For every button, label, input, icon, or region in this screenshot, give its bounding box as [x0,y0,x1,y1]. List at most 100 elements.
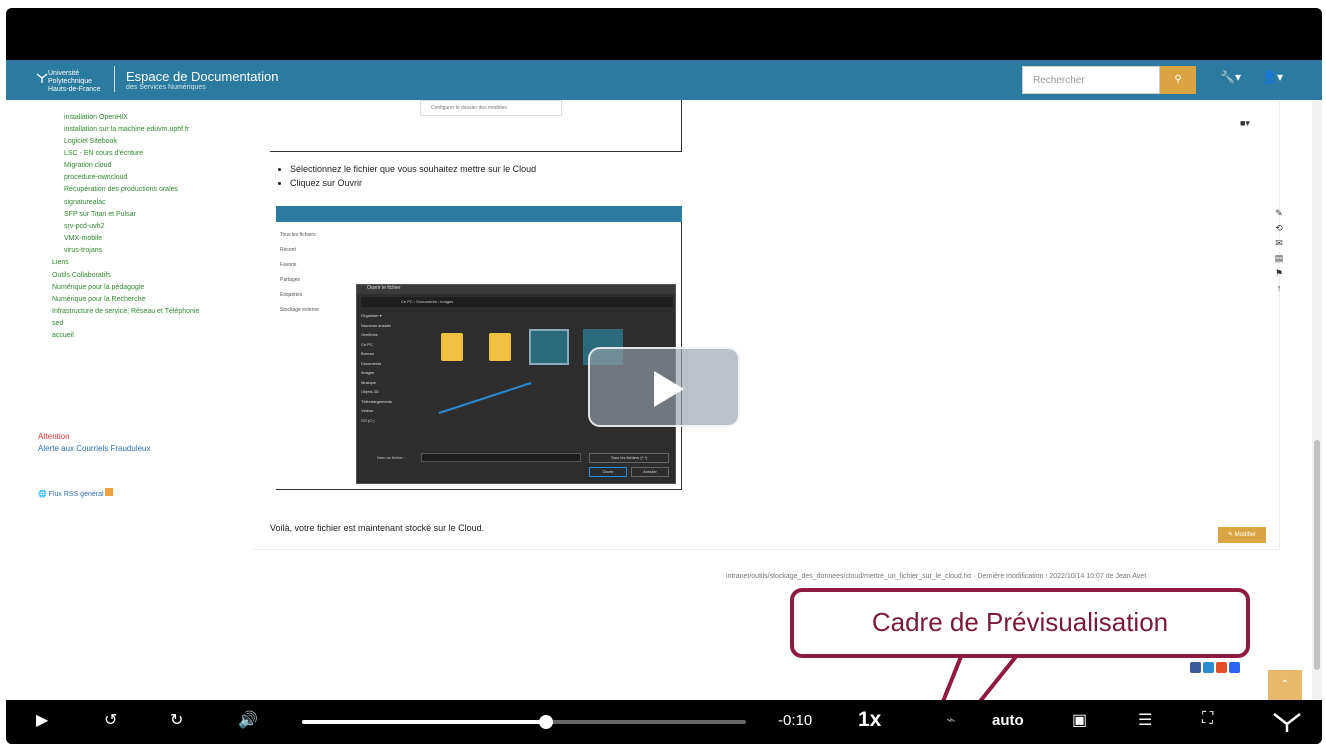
rewind-icon[interactable]: ↺ [104,710,117,730]
mail-icon[interactable]: ✉ [1272,236,1286,251]
logo-icon [36,73,48,83]
tree-item: Bureau [361,351,374,356]
chapters-icon[interactable]: ☰ [1138,710,1152,730]
screenshot-topbar [276,206,682,222]
scroll-top-button[interactable]: ⌃ [1268,670,1302,700]
dialog-tree: Organiser ▾ Nouveau dossier OneDrive Ce … [361,311,421,451]
rss-link[interactable]: 🌐 Flux RSS général [38,488,114,501]
sidebar-item[interactable]: sed [52,318,63,330]
globe-icon: 🌐 [38,491,49,498]
scrollbar-thumb[interactable] [1314,440,1320,670]
sidebar-item[interactable]: SFP sur Titan et Pulsar [64,209,136,221]
tree-item: Vidéos [361,408,374,413]
user-menu-icon[interactable]: 👤▾ [1262,70,1283,84]
config-templates-button: Configurer le dossier des modèles [420,100,562,116]
edit-button[interactable]: ✎ Modifier [1218,527,1266,543]
search-icon: ⚲ [1174,74,1182,85]
sidebar-item[interactable]: Infrastructure de service, Réseau et Tél… [52,306,199,318]
filename-field [421,453,581,462]
page-meta: intranet/outils/stockage_des_donnees/clo… [726,573,1147,580]
tree-item: Musique [361,379,377,385]
edit-icon[interactable]: ✎ [1272,206,1286,221]
cancel-button: Annuler [631,467,669,477]
captions-icon[interactable]: ⌁ [946,710,956,730]
sidebar-item[interactable]: LSC - EN cours d'écriture [64,148,143,160]
tree-item: Ce PC [361,341,373,347]
attention-link[interactable]: Alerte aux Courriels Frauduleux [38,443,151,455]
arrow-icon [438,382,532,414]
facebook-icon[interactable] [1190,662,1201,673]
page-tools: ✎ ⟲ ✉ ▤ ⚑ ↑ [1272,206,1286,296]
rss-label: Flux RSS général [48,491,104,498]
search-button[interactable]: ⚲ [1160,66,1196,94]
list-item: Sélectionnez le fichier que vous souhait… [290,162,536,176]
time-remaining: -0:10 [778,712,813,729]
tree-item: Documents [361,360,382,366]
top-screenshot-fragment: Configurer le dossier des modèles [270,100,682,152]
sidebar-item[interactable]: Récupération des productions orales [64,184,178,196]
sidebar-item[interactable]: signaturealac [64,197,106,209]
sidebar-item[interactable]: virus-trojans [64,245,102,257]
sidebar-item[interactable]: srv-pcd-uvh2 [64,221,104,233]
tree-item: Objets 3D [361,389,379,394]
sidebar-tree: installation OpenHIX installation sur la… [6,100,242,660]
toc-toggle-icon[interactable]: ■▾ [1240,118,1250,129]
tree-item: OS (C:) [361,417,375,423]
forward-icon[interactable]: ↻ [170,710,183,730]
progress-bar[interactable] [302,715,746,729]
tree-item: Images [361,370,375,375]
sidebar-item[interactable]: Numérique pour la pédagogie [52,282,144,294]
play-icon [654,371,684,407]
brand-logo-icon[interactable] [1272,710,1302,739]
export-icon[interactable]: ▤ [1272,251,1286,266]
back-to-top-icon[interactable]: ↑ [1272,281,1286,296]
tools-menu-icon[interactable]: 🔧▾ [1220,70,1241,84]
play-icon[interactable]: ▶ [36,710,48,730]
university-logo[interactable]: Université Polytechnique Hauts-de-France [36,68,114,93]
sidebar-item[interactable]: Logiciel Sitebook [64,136,117,148]
player-controls: ▶ ↺ ↻ 🔊 -0:10 1x ⌁ auto ▣ ☰ ⛶ [6,700,1322,744]
rss-icon [105,488,114,496]
folder-icon [489,333,511,361]
sidebar-item[interactable]: Migration cloud [64,160,111,172]
screenshot-side-item: Tous les fichiers [280,232,316,238]
sidebar-item[interactable]: VMX-mobile [64,233,102,245]
tree-item: OneDrive [361,332,378,337]
tree-item: Nouveau dossier [361,322,392,328]
anchor-icon[interactable]: ⚑ [1272,266,1286,281]
logo-line-2: Polytechnique [48,78,92,85]
image-thumbnail [529,329,569,365]
pencil-icon: ✎ [1227,532,1235,538]
header-divider [114,66,115,92]
picture-in-picture-icon[interactable]: ▣ [1072,710,1087,730]
video-player[interactable]: Université Polytechnique Hauts-de-France… [6,8,1322,744]
playback-speed-button[interactable]: 1x [858,708,881,732]
dialog-title: Ouvrir le fichier [357,285,675,294]
sidebar-item[interactable]: procedure-owncloud [64,172,127,184]
css3-icon[interactable] [1229,662,1240,673]
volume-icon[interactable]: 🔊 [238,710,258,730]
play-overlay-button[interactable] [588,347,740,427]
sidebar-item[interactable]: installation sur la machine eduvm.uphf.f… [64,124,189,136]
fullscreen-icon[interactable]: ⛶ [1202,710,1213,728]
sidebar-item[interactable]: Numérique pour la Recherche [52,294,145,306]
sidebar-item[interactable]: Outils Collaboratifs [52,270,111,282]
history-icon[interactable]: ⟲ [1272,221,1286,236]
chevron-up-icon: ⌃ [1280,679,1290,690]
preview-frame-callout: Cadre de Prévisualisation [790,588,1250,658]
search-input[interactable]: Rechercher [1022,66,1160,94]
site-subtitle: des Services Numériques [126,84,206,91]
sidebar-item[interactable]: installation OpenHIX [64,112,128,124]
quality-button[interactable]: auto [992,712,1024,729]
logo-line-1: Université [48,70,80,77]
html5-icon[interactable] [1216,662,1227,673]
site-title[interactable]: Espace de Documentation [126,69,278,84]
site-header: Université Polytechnique Hauts-de-France… [6,60,1322,100]
logo-line-3: Hauts-de-France [48,86,101,93]
sidebar-item[interactable]: Liens [52,257,69,269]
progress-handle[interactable] [539,715,554,729]
twitter-icon[interactable] [1203,662,1214,673]
share-icons [1190,660,1242,673]
sidebar-item[interactable]: accueil [52,330,74,342]
list-item: Cliquez sur Ouvrir [290,176,536,190]
